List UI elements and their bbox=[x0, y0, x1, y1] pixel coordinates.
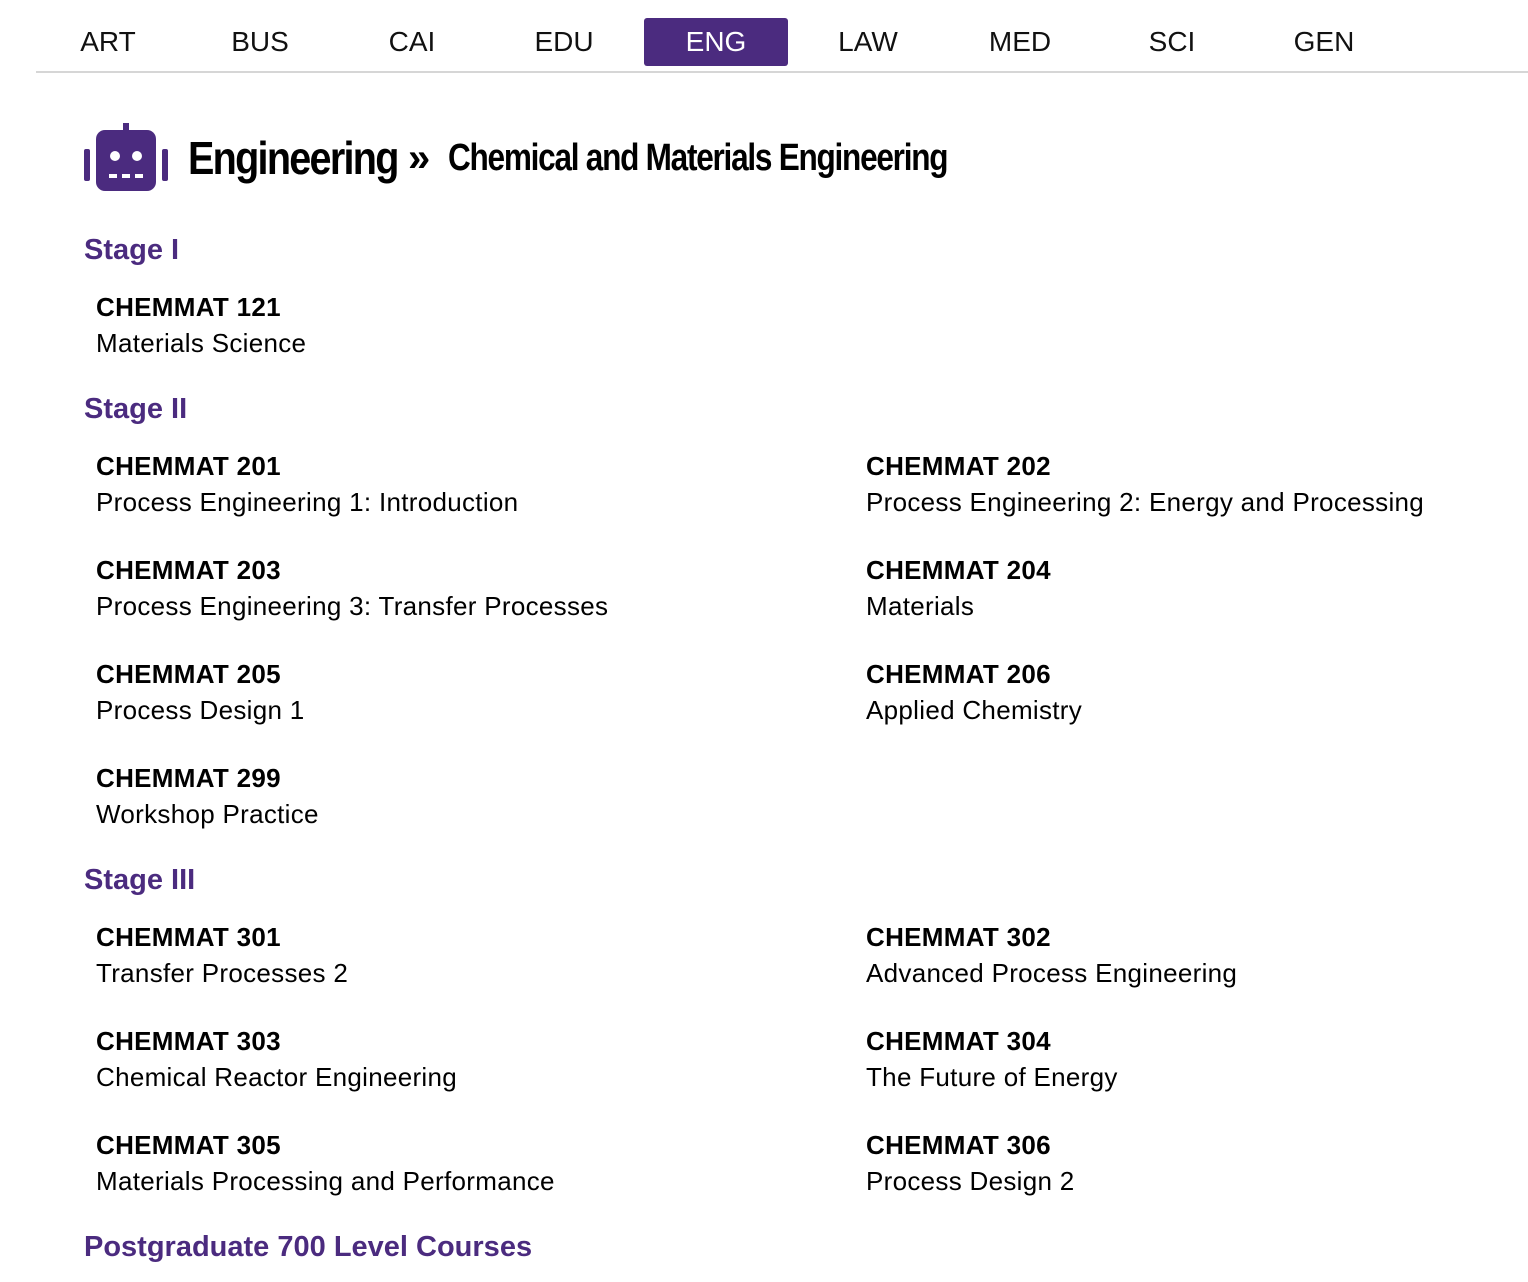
tab-eng[interactable]: ENG bbox=[644, 18, 788, 66]
course-code: CHEMMAT 206 bbox=[866, 659, 1051, 689]
tab-bus[interactable]: BUS bbox=[188, 18, 332, 66]
course-name: The Future of Energy bbox=[866, 1062, 1118, 1092]
course-item[interactable]: CHEMMAT 121 Materials Science bbox=[96, 289, 306, 361]
course-name: Process Engineering 3: Transfer Processe… bbox=[96, 591, 609, 621]
tab-art[interactable]: ART bbox=[36, 18, 180, 66]
course-name: Process Engineering 1: Introduction bbox=[96, 487, 519, 517]
course-item[interactable]: CHEMMAT 302 Advanced Process Engineering bbox=[866, 919, 1237, 991]
faculty-title[interactable]: Engineering bbox=[188, 131, 399, 185]
course-name: Transfer Processes 2 bbox=[96, 958, 349, 988]
course-code: CHEMMAT 304 bbox=[866, 1026, 1051, 1056]
postgraduate-title: Postgraduate 700 Level Courses bbox=[84, 1231, 533, 1263]
course-item[interactable]: CHEMMAT 304 The Future of Energy bbox=[866, 1023, 1118, 1095]
course-code: CHEMMAT 204 bbox=[866, 555, 1051, 585]
course-item[interactable]: CHEMMAT 306 Process Design 2 bbox=[866, 1127, 1075, 1199]
course-name: Process Design 2 bbox=[866, 1166, 1075, 1196]
course-code: CHEMMAT 299 bbox=[96, 763, 281, 793]
tab-sci[interactable]: SCI bbox=[1100, 18, 1244, 66]
course-code: CHEMMAT 205 bbox=[96, 659, 281, 689]
tab-med[interactable]: MED bbox=[948, 18, 1092, 66]
stage-1-title: Stage I bbox=[84, 234, 180, 266]
course-name: Process Design 1 bbox=[96, 695, 305, 725]
robot-icon bbox=[84, 123, 168, 191]
course-code: CHEMMAT 203 bbox=[96, 555, 281, 585]
course-name: Materials bbox=[866, 591, 975, 621]
course-code: CHEMMAT 201 bbox=[96, 451, 281, 481]
tab-gen[interactable]: GEN bbox=[1252, 18, 1396, 66]
stage-3-title: Stage III bbox=[84, 864, 196, 896]
course-name: Materials Science bbox=[96, 328, 307, 358]
stage-2-title: Stage II bbox=[84, 393, 188, 425]
course-code: CHEMMAT 301 bbox=[96, 922, 281, 952]
course-name: Advanced Process Engineering bbox=[866, 958, 1238, 988]
course-item[interactable]: CHEMMAT 301 Transfer Processes 2 bbox=[96, 919, 348, 991]
tab-edu[interactable]: EDU bbox=[492, 18, 636, 66]
course-item[interactable]: CHEMMAT 303 Chemical Reactor Engineering bbox=[96, 1023, 457, 1095]
course-item[interactable]: CHEMMAT 201 Process Engineering 1: Intro… bbox=[96, 448, 518, 520]
course-item[interactable]: CHEMMAT 203 Process Engineering 3: Trans… bbox=[96, 552, 608, 624]
course-item[interactable]: CHEMMAT 202 Process Engineering 2: Energ… bbox=[866, 448, 1424, 520]
tab-cai[interactable]: CAI bbox=[340, 18, 484, 66]
breadcrumb-separator-icon: » bbox=[408, 136, 431, 180]
course-item[interactable]: CHEMMAT 299 Workshop Practice bbox=[96, 760, 319, 832]
course-name: Chemical Reactor Engineering bbox=[96, 1062, 458, 1092]
course-name: Applied Chemistry bbox=[866, 695, 1083, 725]
course-item[interactable]: CHEMMAT 205 Process Design 1 bbox=[96, 656, 305, 728]
department-title: Chemical and Materials Engineering bbox=[448, 136, 949, 179]
course-code: CHEMMAT 305 bbox=[96, 1130, 281, 1160]
course-name: Process Engineering 2: Energy and Proces… bbox=[866, 487, 1425, 517]
course-item[interactable]: CHEMMAT 206 Applied Chemistry bbox=[866, 656, 1082, 728]
faculty-nav: ART BUS CAI EDU ENG LAW MED SCI GEN bbox=[36, 0, 1528, 73]
course-name: Workshop Practice bbox=[96, 799, 319, 829]
page-heading: Engineering » Chemical and Materials Eng… bbox=[82, 122, 1050, 194]
course-code: CHEMMAT 302 bbox=[866, 922, 1051, 952]
course-item[interactable]: CHEMMAT 305 Materials Processing and Per… bbox=[96, 1127, 555, 1199]
tab-law[interactable]: LAW bbox=[796, 18, 940, 66]
course-name: Materials Processing and Performance bbox=[96, 1166, 555, 1196]
course-code: CHEMMAT 303 bbox=[96, 1026, 281, 1056]
course-code: CHEMMAT 121 bbox=[96, 292, 281, 322]
course-item[interactable]: CHEMMAT 204 Materials bbox=[866, 552, 1051, 624]
course-code: CHEMMAT 306 bbox=[866, 1130, 1051, 1160]
course-code: CHEMMAT 202 bbox=[866, 451, 1051, 481]
